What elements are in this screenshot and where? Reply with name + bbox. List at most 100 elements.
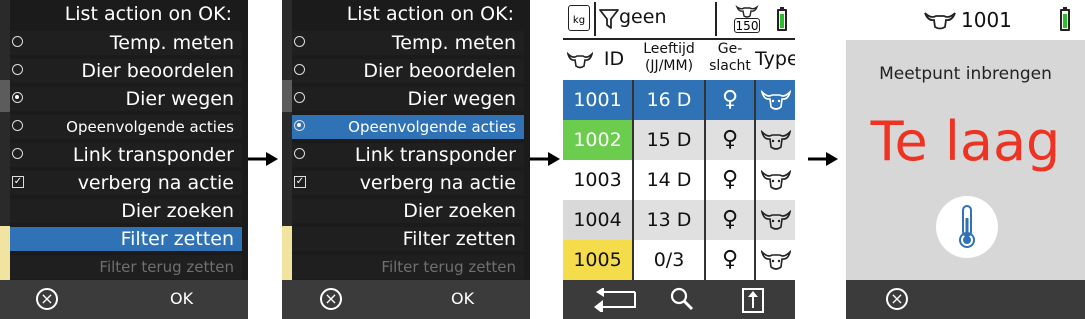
menu-item[interactable]: Dier zoeken [292, 199, 524, 223]
column-header-age-line2: (JJ/MM) [644, 58, 694, 74]
cow-head-icon [924, 12, 956, 30]
search-icon[interactable] [669, 286, 695, 312]
radio-button[interactable] [294, 120, 305, 131]
menu-item[interactable]: Temp. meten [10, 31, 242, 55]
list-background-strip [282, 226, 292, 280]
radio-button[interactable] [12, 92, 23, 103]
column-header-id[interactable]: ID [595, 48, 633, 70]
radio-button[interactable] [12, 120, 23, 131]
table-row[interactable]: 1001 16 D ♀ [563, 80, 795, 120]
animal-id-cell: 1002 [563, 120, 632, 160]
menu-item[interactable]: Link transponder [10, 143, 242, 167]
ok-button[interactable]: OK [451, 289, 474, 308]
menu-item[interactable]: Filter zetten [292, 227, 524, 251]
filter-value: geen [619, 6, 667, 28]
menu-item-label: Dier zoeken [403, 200, 516, 222]
menu-item-label: Temp. meten [109, 32, 234, 54]
status-header: kg geen 150 [563, 0, 795, 40]
arrow-right-icon [808, 152, 838, 166]
menu-item-label: Dier wegen [125, 88, 234, 110]
menu-item-label: Dier beoordelen [81, 60, 234, 82]
back-arrow-icon[interactable] [593, 288, 637, 312]
status-header: 1001 [846, 0, 1085, 40]
cancel-circle-icon[interactable]: × [886, 288, 908, 310]
animal-id-cell: 1005 [563, 240, 632, 280]
checkbox[interactable]: ✓ [294, 176, 306, 188]
prompt-text: Meetpunt inbrengen [879, 64, 1052, 84]
radio-button[interactable] [294, 64, 305, 75]
table-row[interactable]: 1004 13 D ♀ [563, 200, 795, 240]
cancel-circle-icon[interactable]: × [36, 288, 58, 310]
menu-item-label: Opeenvolgende acties [66, 118, 234, 136]
menu-item[interactable]: Dier beoordelen [292, 59, 524, 83]
age-cell: 13 D [646, 209, 692, 231]
menu-item[interactable]: Opeenvolgende acties [292, 115, 524, 139]
menu-item-label: Link transponder [354, 144, 516, 166]
animal-id-cell: 1001 [563, 80, 632, 120]
cancel-circle-icon[interactable]: × [320, 288, 342, 310]
menu-item-label: Dier wegen [407, 88, 516, 110]
cow-head-icon [735, 4, 759, 18]
menu-panel-2: List action on OK: Temp. meten Dier beoor… [282, 0, 530, 319]
sex-cell: ♀ [721, 207, 739, 232]
radio-button[interactable] [294, 92, 305, 103]
cow-head-icon [761, 89, 791, 110]
menu-item[interactable]: Opeenvolgende acties [10, 115, 242, 139]
age-cell: 0/3 [653, 249, 685, 271]
menu-item[interactable]: Temp. meten [292, 31, 524, 55]
battery-icon [1060, 7, 1070, 31]
table-row[interactable]: 1005 0/3 ♀ [563, 240, 795, 280]
menu-item-label: verberg na actie [77, 172, 234, 194]
measurement-panel: 1001 Meetpunt inbrengen Te laag × [846, 0, 1085, 319]
menu-item[interactable]: ✓ verberg na actie [10, 171, 242, 195]
menu-item[interactable]: Filter zetten [10, 227, 242, 251]
menu-item[interactable]: Dier wegen [10, 87, 242, 111]
animal-id: 1001 [961, 8, 1012, 32]
radio-button[interactable] [294, 36, 305, 47]
column-header-sex-line1: Ge- [717, 41, 743, 57]
filter-icon[interactable] [599, 8, 619, 30]
scale-unit: kg [572, 15, 586, 26]
menu-panel-1: List action on OK: Temp. meten Dier beoor… [0, 0, 248, 319]
thermometer-icon [936, 196, 998, 258]
table-row[interactable]: 1003 14 D ♀ [563, 160, 795, 200]
menu-item[interactable]: Filter terug zetten [292, 255, 524, 279]
scale-icon: kg [568, 5, 590, 31]
checkbox[interactable]: ✓ [12, 176, 24, 188]
column-header-type[interactable]: Type [755, 48, 795, 70]
ok-button[interactable]: OK [170, 289, 193, 308]
menu-item[interactable]: Dier zoeken [10, 199, 242, 223]
list-background-strip [0, 226, 10, 280]
column-header-sex-line2: slacht [709, 58, 751, 74]
arrow-right-icon [530, 152, 560, 166]
menu-item-label: Temp. meten [391, 32, 516, 54]
age-cell: 16 D [646, 89, 692, 111]
radio-button[interactable] [12, 148, 23, 159]
menu-item[interactable]: Link transponder [292, 143, 524, 167]
radio-button[interactable] [12, 64, 23, 75]
sex-cell: ♀ [721, 247, 739, 272]
menu-item-label: Link transponder [72, 144, 234, 166]
column-divider [754, 80, 756, 280]
table-row[interactable]: 1002 15 D ♀ [563, 120, 795, 160]
animal-list-panel: kg geen 150 ID Leeftijd (JJ/MM) Ge- slac… [563, 0, 795, 319]
menu-item-label: Dier beoordelen [363, 60, 516, 82]
menu-item[interactable]: Filter terug zetten [10, 255, 242, 279]
softkey-bar: × OK [282, 280, 530, 319]
column-header-sex[interactable]: Ge- slacht [705, 41, 755, 75]
cow-head-icon [761, 129, 791, 150]
column-header-age-line1: Leeftijd [643, 41, 695, 57]
battery-icon [777, 7, 787, 31]
menu-item[interactable]: Dier wegen [292, 87, 524, 111]
arrow-right-icon [248, 152, 278, 166]
menu-item[interactable]: Dier beoordelen [10, 59, 242, 83]
animal-id-cell: 1003 [563, 160, 632, 200]
cow-head-icon [761, 209, 791, 230]
radio-button[interactable] [294, 148, 305, 159]
table-header: ID Leeftijd (JJ/MM) Ge- slacht Type [563, 40, 795, 80]
radio-button[interactable] [12, 36, 23, 47]
column-header-age[interactable]: Leeftijd (JJ/MM) [633, 41, 705, 75]
menu-item[interactable]: ✓ verberg na actie [292, 171, 524, 195]
menu-item-label: Opeenvolgende acties [348, 118, 516, 136]
export-icon[interactable] [741, 286, 765, 314]
